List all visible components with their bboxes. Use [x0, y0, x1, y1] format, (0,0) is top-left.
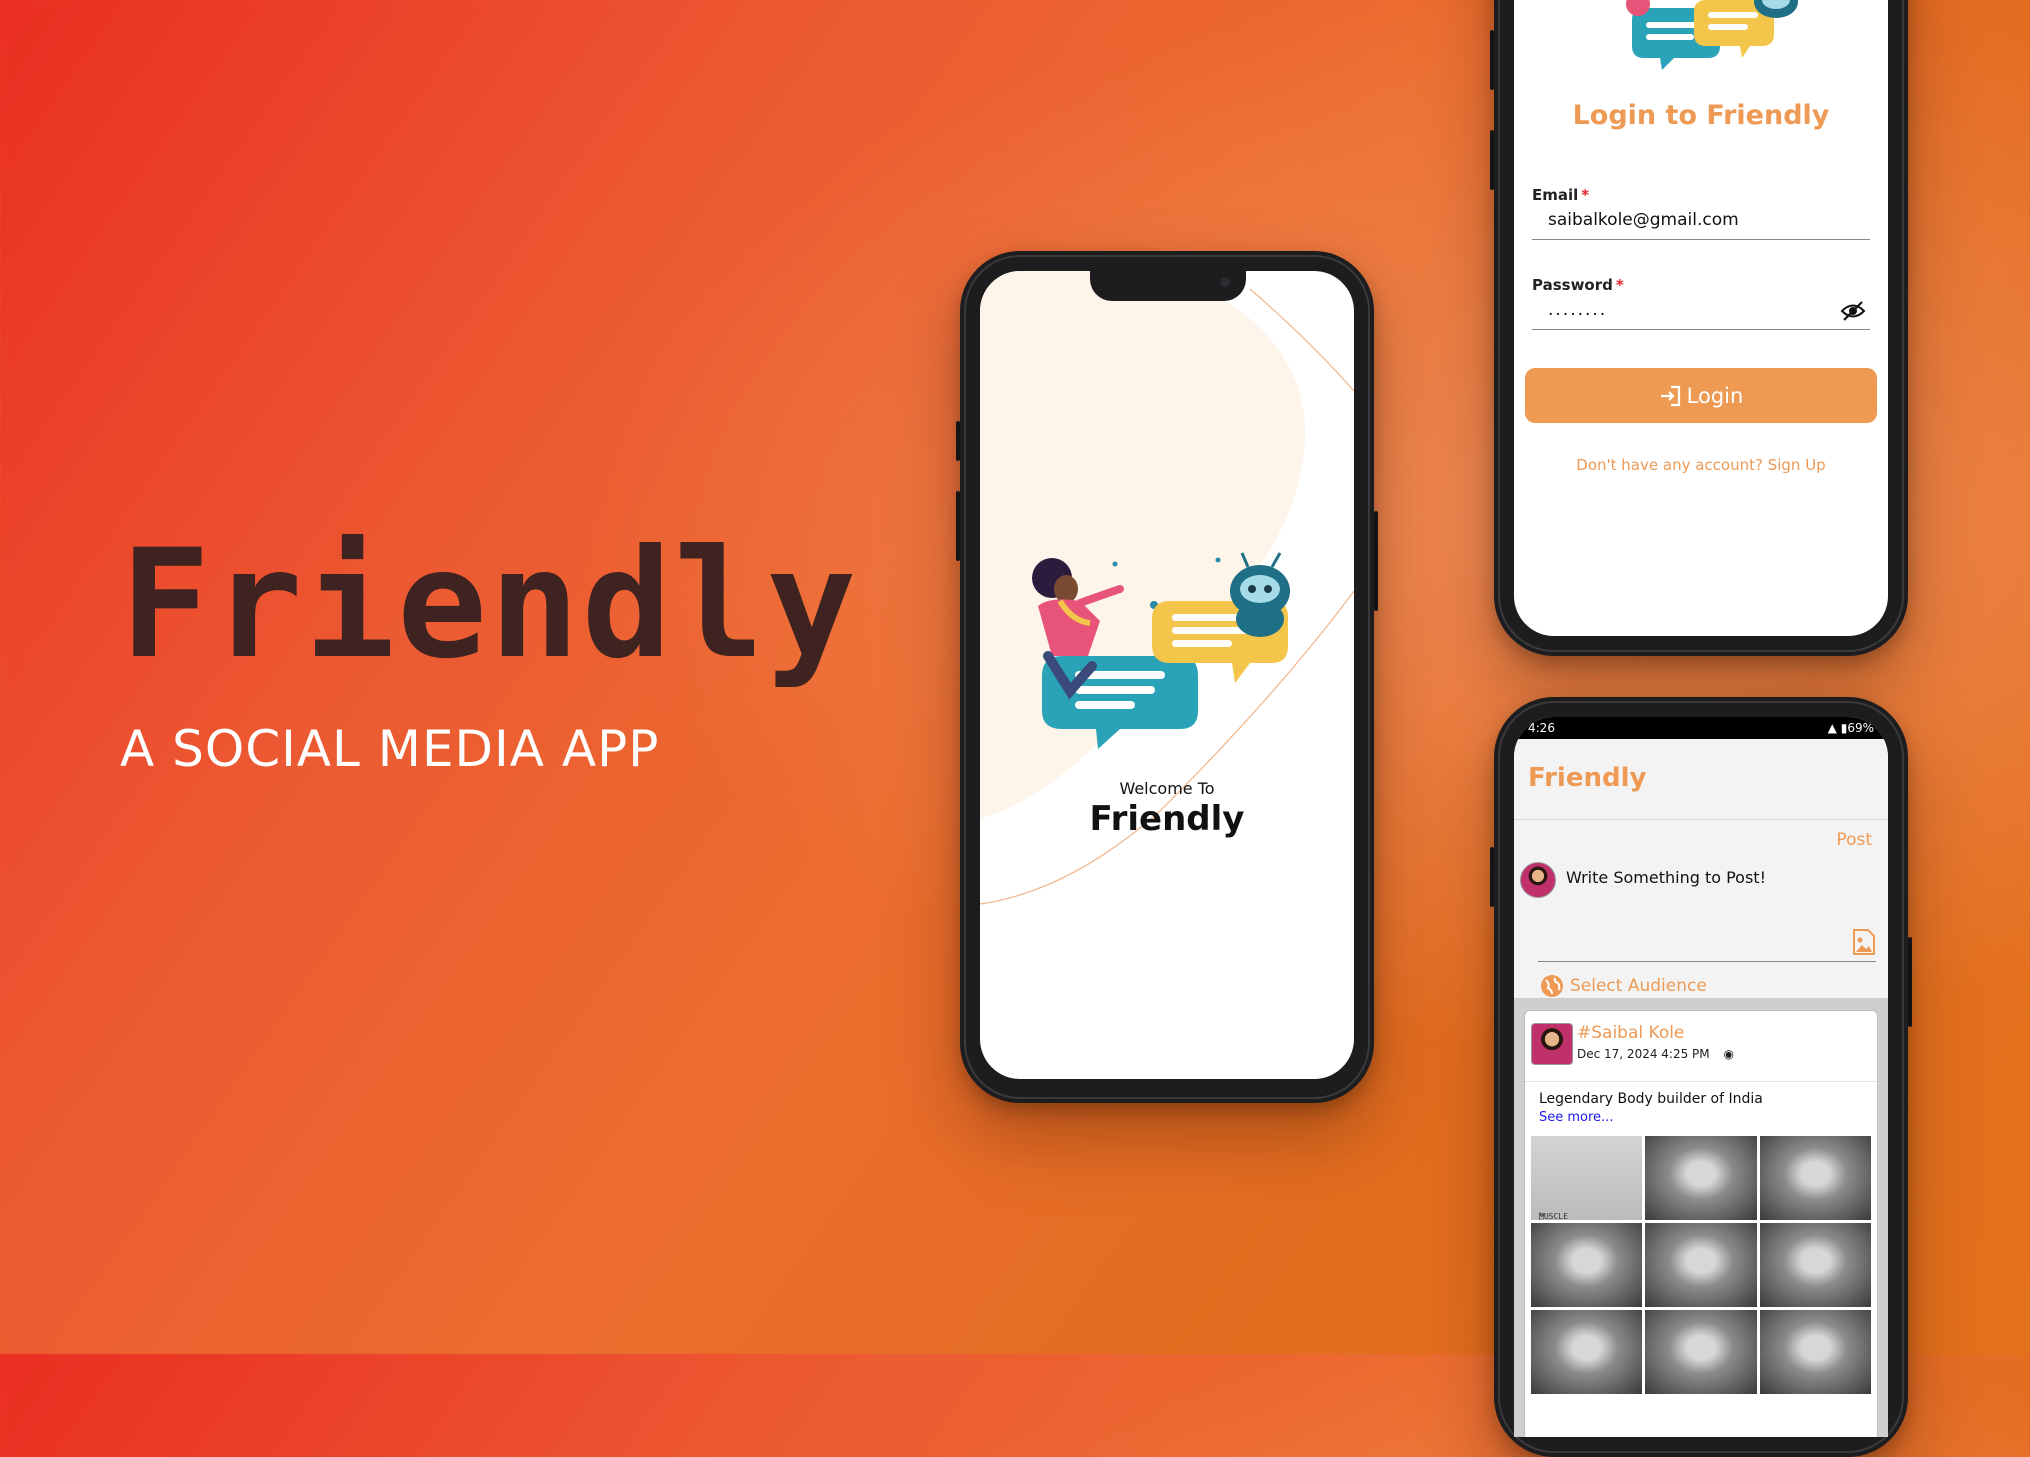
- status-bar: 4:26 ▲ ▮69%: [1514, 717, 1888, 739]
- email-field[interactable]: [1532, 200, 1870, 240]
- status-indicators: ▲ ▮69%: [1828, 721, 1874, 735]
- login-button-label: Login: [1686, 383, 1744, 408]
- photo-tile[interactable]: [1759, 1310, 1871, 1394]
- welcome-app-name: Friendly: [1089, 799, 1245, 839]
- front-camera-icon: [1220, 277, 1230, 287]
- photo-grid: MUSCLE CONTROLby Bishnu Charan Ghosh B.S…: [1531, 1136, 1871, 1437]
- avatar: [1520, 862, 1556, 898]
- post-text: Legendary Body builder of India: [1539, 1091, 1763, 1107]
- photo-tile[interactable]: [1759, 1136, 1871, 1220]
- see-more-link[interactable]: See more...: [1539, 1110, 1613, 1125]
- phone-login: Login to Friendly Email* Password* Login…: [1490, 0, 1908, 656]
- eye-slash-icon[interactable]: [1840, 298, 1866, 324]
- post-author[interactable]: #Saibal Kole: [1577, 1023, 1684, 1043]
- signal-icon: ▲: [1827, 721, 1837, 735]
- post-date: Dec 17, 2024 4:25 PM ◉: [1577, 1047, 1734, 1061]
- feed-list: #Saibal Kole Dec 17, 2024 4:25 PM ◉ Lege…: [1514, 998, 1888, 1437]
- splash-background-art: [980, 271, 1354, 905]
- battery-level: 69%: [1847, 721, 1874, 735]
- login-arrow-icon: [1660, 385, 1680, 406]
- post-card: #Saibal Kole Dec 17, 2024 4:25 PM ◉ Lege…: [1524, 1010, 1878, 1437]
- app-bar: Friendly: [1514, 739, 1888, 820]
- feed-screen: 4:26 ▲ ▮69% Friendly Post Write Somethin…: [1514, 717, 1888, 1437]
- login-button[interactable]: Login: [1525, 368, 1877, 423]
- composer-divider: [1538, 961, 1876, 962]
- phone-feed: 4:26 ▲ ▮69% Friendly Post Write Somethin…: [1490, 697, 1912, 1457]
- author-avatar[interactable]: [1531, 1023, 1573, 1065]
- post-input[interactable]: Write Something to Post!: [1566, 868, 1766, 887]
- photo-tile[interactable]: [1759, 1223, 1871, 1307]
- photo-tile[interactable]: [1645, 1136, 1757, 1220]
- login-illustration: [1626, 0, 1798, 70]
- signup-link[interactable]: Don't have any account? Sign Up: [1514, 456, 1888, 474]
- photo-tile[interactable]: [1645, 1223, 1757, 1307]
- camera-notch: [1090, 271, 1246, 301]
- globe-icon: [1541, 975, 1563, 997]
- phone-splash: Welcome To Friendly: [956, 251, 1378, 1103]
- image-file-icon[interactable]: [1852, 928, 1876, 956]
- login-screen: Login to Friendly Email* Password* Login…: [1514, 0, 1888, 636]
- password-field[interactable]: [1532, 290, 1870, 330]
- select-audience-label: Select Audience: [1570, 976, 1707, 996]
- post-button[interactable]: Post: [1836, 830, 1872, 850]
- welcome-text: Welcome To: [1119, 779, 1215, 798]
- hero-subtitle: A SOCIAL MEDIA APP: [120, 720, 660, 778]
- card-divider: [1525, 1081, 1877, 1082]
- post-composer: Post Write Something to Post! Select Aud…: [1514, 820, 1888, 998]
- photo-tile[interactable]: [1531, 1310, 1643, 1394]
- splash-screen: Welcome To Friendly: [980, 271, 1354, 1079]
- app-title: Friendly: [1528, 763, 1647, 793]
- login-title: Login to Friendly: [1572, 100, 1830, 131]
- post-date-text: Dec 17, 2024 4:25 PM: [1577, 1047, 1710, 1061]
- image-caption-author: by Bishnu Charan Ghosh B.Sc.: [1539, 1212, 1557, 1220]
- photo-tile[interactable]: [1645, 1310, 1757, 1394]
- hero-title: Friendly: [120, 518, 859, 692]
- select-audience-button[interactable]: Select Audience: [1540, 974, 1707, 998]
- photo-tile[interactable]: [1531, 1223, 1643, 1307]
- status-time: 4:26: [1528, 721, 1555, 735]
- photo-tile[interactable]: MUSCLE CONTROLby Bishnu Charan Ghosh B.S…: [1531, 1136, 1643, 1220]
- globe-icon: ◉: [1723, 1047, 1734, 1061]
